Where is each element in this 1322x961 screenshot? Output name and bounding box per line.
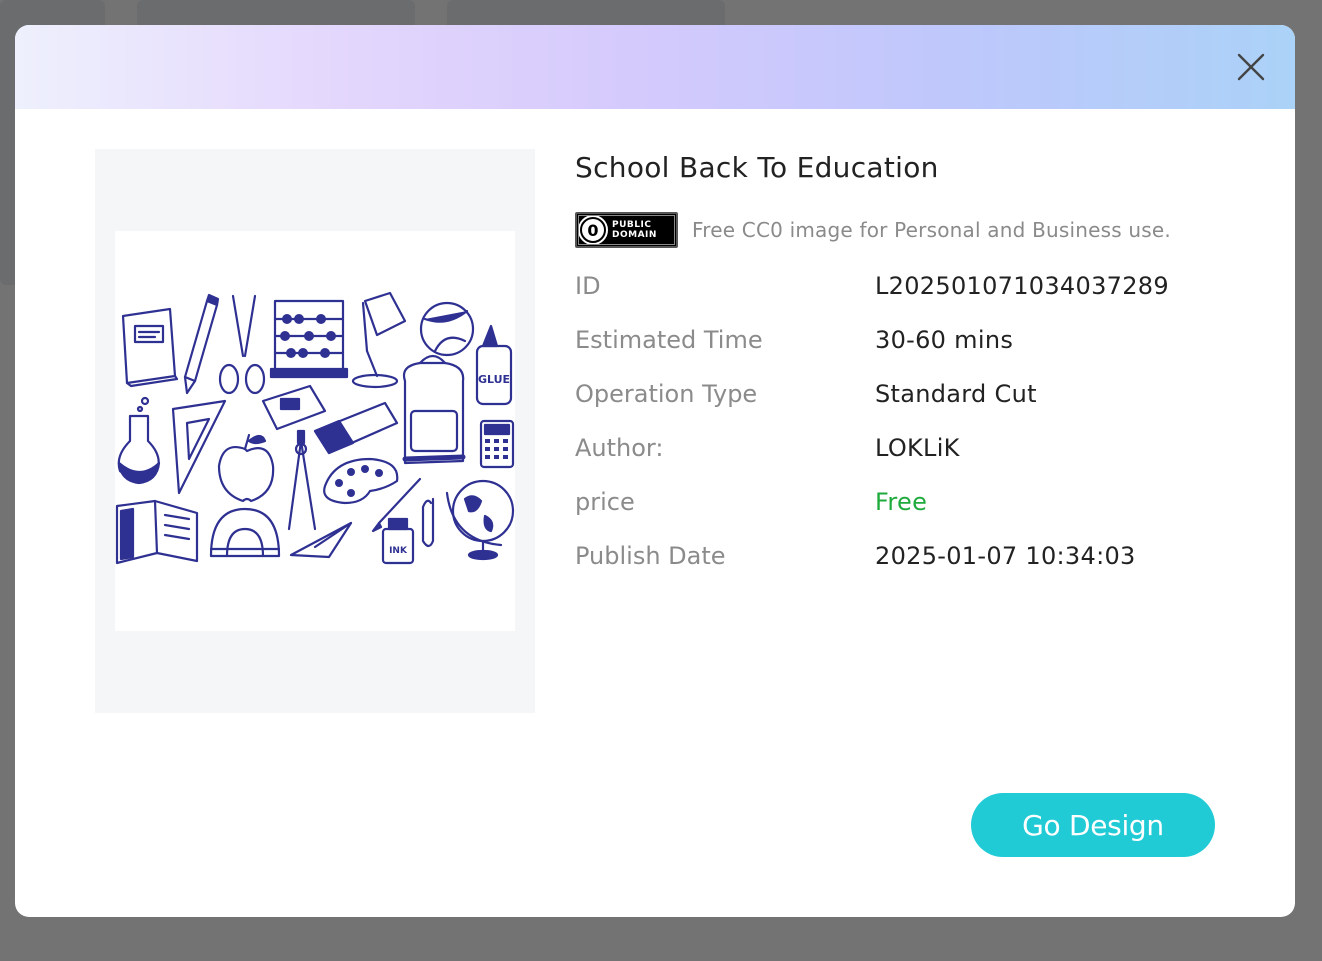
detail-label: price xyxy=(575,488,635,516)
eraser-illustration xyxy=(313,401,399,455)
ink-label: INK xyxy=(389,546,408,556)
license-row: 0 PUBLIC DOMAIN Free CC0 image for Person… xyxy=(575,210,1255,250)
detail-row-author: Author: LOKLiK xyxy=(575,421,1255,475)
design-info: School Back To Education 0 PUBLIC DOMAIN … xyxy=(575,149,1255,583)
sharpener-illustration xyxy=(261,384,327,431)
detail-value: 2025-01-07 10:34:03 xyxy=(875,542,1136,570)
design-detail-modal: GLUE INK School Back To Education 0 PUBL… xyxy=(15,25,1295,917)
details-list: ID L202501071034037289 Estimated Time 30… xyxy=(575,259,1255,583)
apple-illustration xyxy=(217,433,275,503)
detail-value: 30-60 mins xyxy=(875,326,1014,354)
detail-row-id: ID L202501071034037289 xyxy=(575,259,1255,313)
pencil-illustration xyxy=(183,293,220,395)
public-domain-icon: 0 PUBLIC DOMAIN xyxy=(575,212,678,248)
paperclip-illustration xyxy=(421,497,435,548)
notebook-illustration xyxy=(121,307,179,388)
abacus-illustration xyxy=(269,299,349,379)
design-title: School Back To Education xyxy=(575,151,939,184)
detail-row-estimated-time: Estimated Time 30-60 mins xyxy=(575,313,1255,367)
palette-illustration xyxy=(323,457,399,505)
close-button[interactable] xyxy=(1235,51,1267,83)
detail-row-price: price Free xyxy=(575,475,1255,529)
detail-value: LOKLiK xyxy=(875,434,960,462)
backpack-illustration xyxy=(402,354,466,465)
go-design-button[interactable]: Go Design xyxy=(971,793,1215,857)
modal-header xyxy=(15,25,1295,109)
price-value: Free xyxy=(875,488,928,516)
compass-illustration xyxy=(287,429,317,531)
detail-label: Publish Date xyxy=(575,542,726,570)
detail-label: Author: xyxy=(575,434,664,462)
protractor-illustration xyxy=(209,507,281,558)
glue-label: GLUE xyxy=(478,373,510,386)
globe-illustration xyxy=(445,479,515,561)
design-preview-image: GLUE INK xyxy=(115,231,515,631)
glue-illustration: GLUE xyxy=(475,324,513,406)
detail-value: L202501071034037289 xyxy=(875,272,1169,300)
license-text: Free CC0 image for Personal and Business… xyxy=(692,218,1171,242)
detail-label: ID xyxy=(575,272,601,300)
paper-plane-illustration xyxy=(289,521,353,559)
calculator-illustration xyxy=(479,419,515,469)
detail-row-publish-date: Publish Date 2025-01-07 10:34:03 xyxy=(575,529,1255,583)
scissors-illustration xyxy=(218,294,266,395)
close-icon xyxy=(1237,53,1265,81)
detail-value: Standard Cut xyxy=(875,380,1037,408)
flask-illustration xyxy=(117,396,161,485)
ball-illustration xyxy=(419,301,475,357)
detail-row-operation-type: Operation Type Standard Cut xyxy=(575,367,1255,421)
preview-panel: GLUE INK xyxy=(95,149,535,713)
detail-label: Operation Type xyxy=(575,380,758,408)
book-illustration xyxy=(115,499,199,565)
license-badge-label: PUBLIC DOMAIN xyxy=(612,220,657,240)
detail-label: Estimated Time xyxy=(575,326,763,354)
ink-illustration: INK xyxy=(381,517,415,565)
desk-lamp-illustration xyxy=(351,291,407,389)
set-square-illustration xyxy=(171,399,227,495)
